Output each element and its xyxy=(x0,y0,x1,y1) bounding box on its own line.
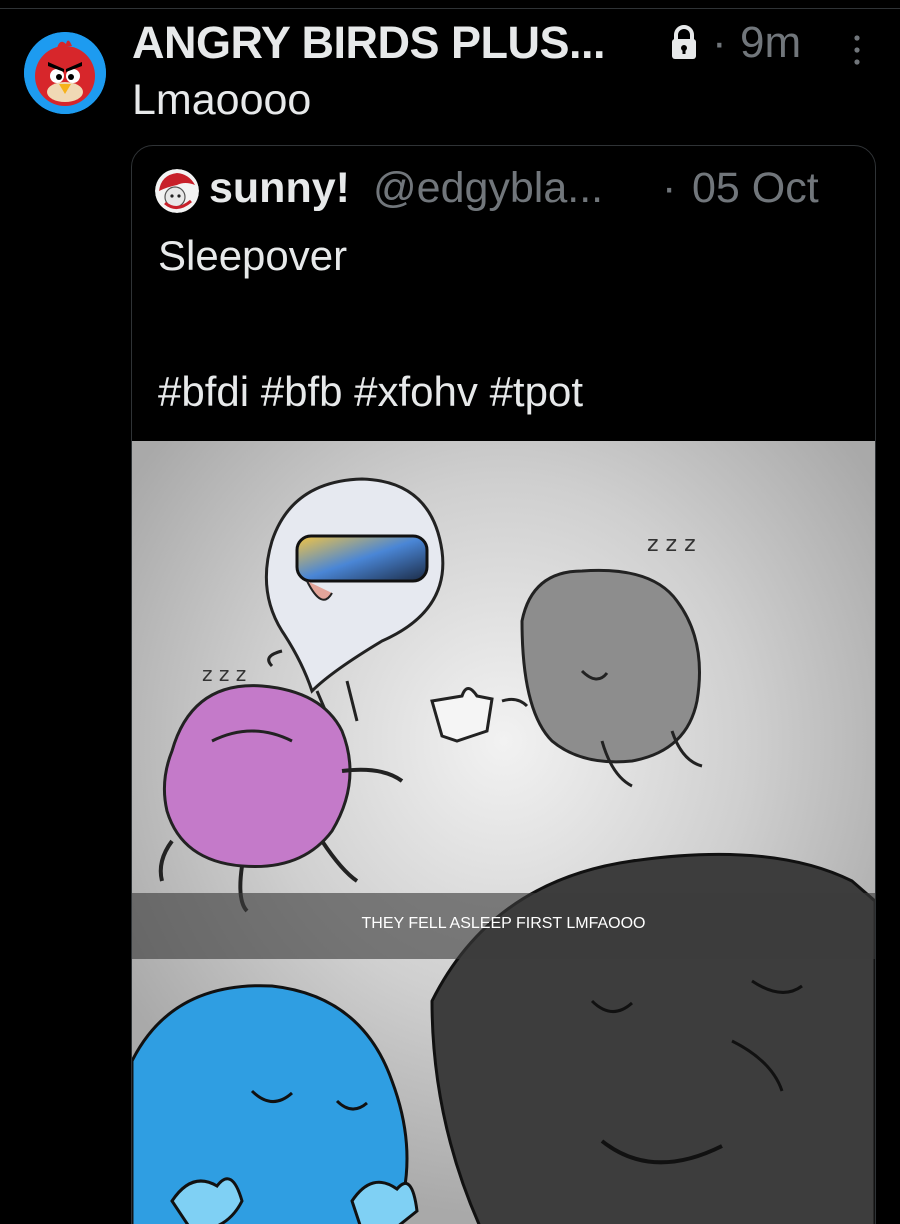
sleepover-illustration: z z z z z z xyxy=(132,441,875,1224)
quoted-tweet-card[interactable]: sunny! @edgybla... · 05 Oct Sleepover #b… xyxy=(131,145,876,1224)
separator-dot: · xyxy=(712,18,727,67)
svg-text:z z z: z z z xyxy=(647,532,696,557)
more-options-icon[interactable] xyxy=(848,34,866,68)
timestamp[interactable]: 9m xyxy=(740,18,801,68)
separator-dot: · xyxy=(662,164,677,212)
tweet-page: ANGRY BIRDS PLUS... · 9m Lmaoooo sunny! … xyxy=(0,0,900,1224)
quoted-media-image[interactable]: z z z z z z THEY FELL ASLEEP FIRST LMFAO… xyxy=(132,441,875,1224)
quoted-date[interactable]: 05 Oct xyxy=(692,164,819,213)
quoted-author-avatar xyxy=(155,169,199,213)
author-name[interactable]: ANGRY BIRDS PLUS... xyxy=(132,17,606,69)
sunny-avatar-icon xyxy=(155,169,199,213)
author-avatar[interactable] xyxy=(24,32,106,114)
lock-icon xyxy=(672,25,696,59)
quoted-author-handle[interactable]: @edgybla... xyxy=(373,164,603,213)
divider xyxy=(0,8,900,9)
tweet-text: Lmaoooo xyxy=(132,76,312,124)
image-caption: THEY FELL ASLEEP FIRST LMFAOOO xyxy=(361,915,646,932)
svg-text:z z z: z z z xyxy=(202,662,246,686)
angry-bird-avatar-icon xyxy=(24,32,106,114)
quoted-tweet-text: Sleepover xyxy=(158,232,348,279)
quoted-hashtags[interactable]: #bfdi #bfb #xfohv #tpot xyxy=(158,368,583,416)
quoted-author-name[interactable]: sunny! xyxy=(209,164,350,213)
